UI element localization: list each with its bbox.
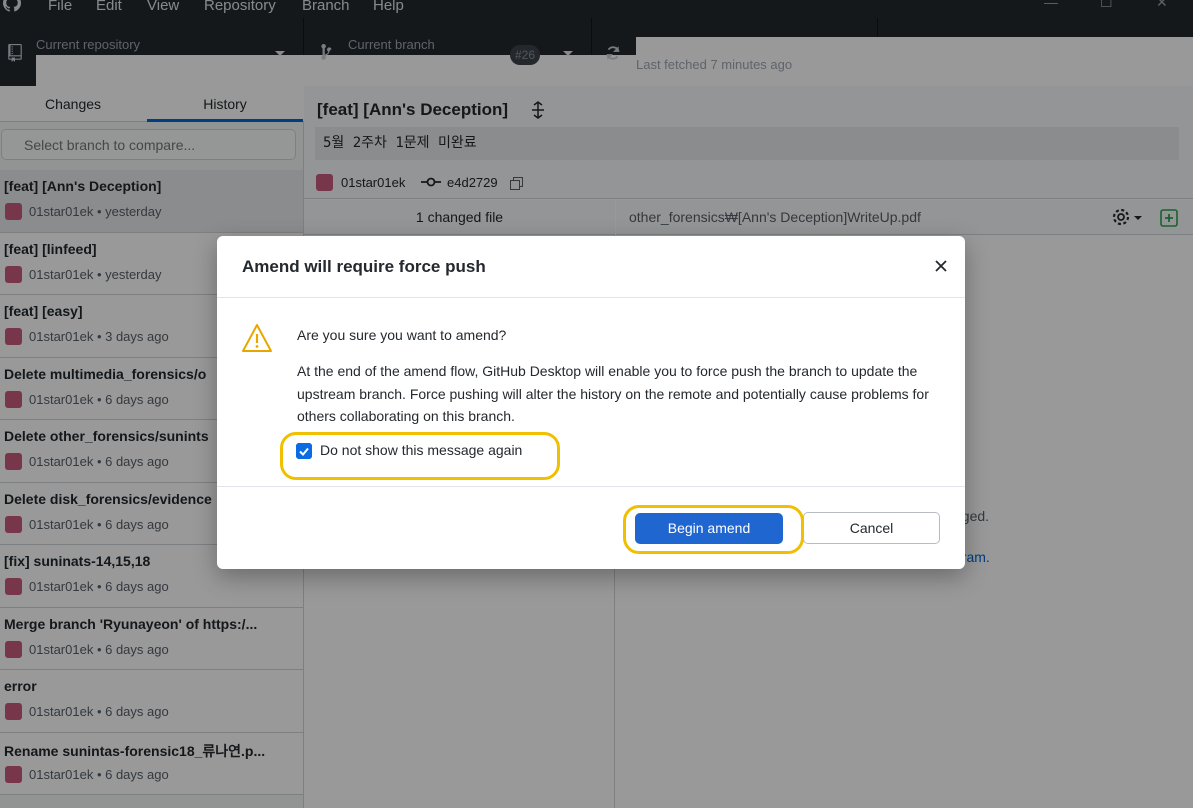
dialog-description: At the end of the amend flow, GitHub Des… [297, 363, 929, 424]
highlight-annotation [280, 432, 560, 480]
amend-dialog: Amend will require force push Are you su… [217, 236, 965, 569]
dialog-question: Are you sure you want to amend? [297, 327, 507, 343]
close-icon[interactable] [933, 258, 949, 274]
cancel-button[interactable]: Cancel [803, 512, 940, 544]
dialog-title: Amend will require force push [242, 257, 486, 276]
highlight-annotation [623, 505, 804, 554]
warning-icon [242, 324, 272, 352]
dialog-header: Amend will require force push [217, 236, 965, 298]
app-window: File Edit View Repository Branch Help — … [0, 0, 1193, 808]
